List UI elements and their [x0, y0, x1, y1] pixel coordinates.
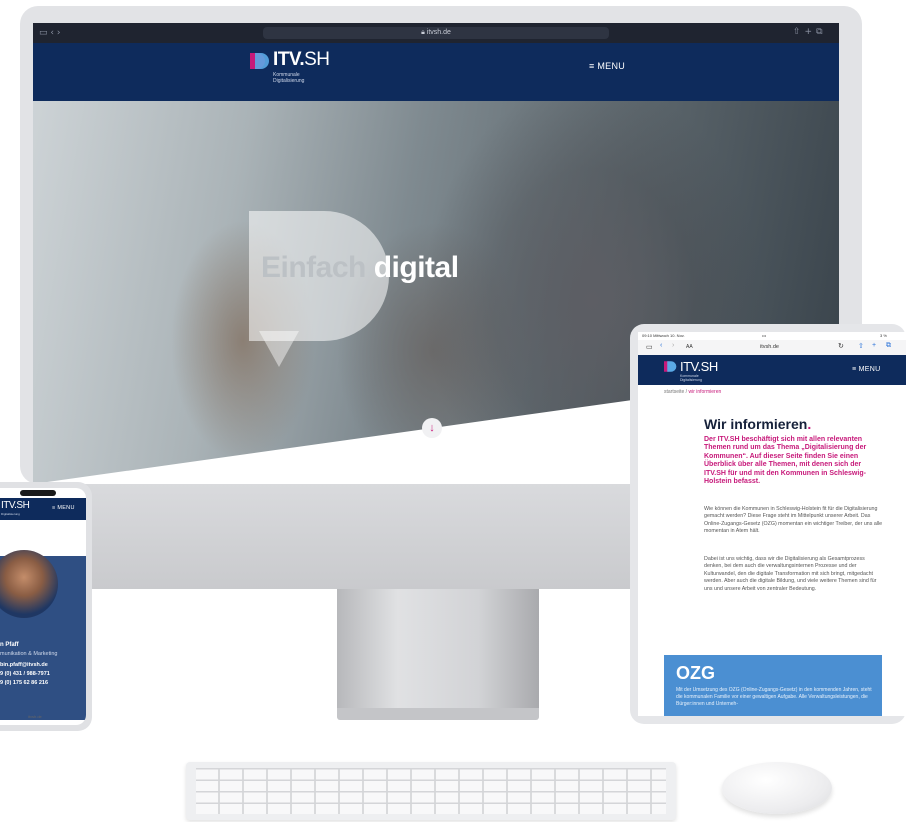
phone-logo-subtitle: Digitalisierung — [1, 512, 20, 516]
tablet-screen: 09:10 Mittwoch 10. Nov. ••• 3 % ▭ ‹ › AA… — [638, 332, 906, 716]
tablet-address-bar[interactable]: itvsh.de — [760, 344, 779, 350]
phone-site-header: ITV.SH Digitalisierung ≡ MENU — [0, 498, 86, 520]
contact-phone-2[interactable]: 9 (0) 175 62 86 216 — [0, 680, 48, 686]
breadcrumb: startseite / wir informieren — [664, 389, 722, 395]
paragraph-1: Wie können die Kommunen in Schleswig-Hol… — [704, 506, 883, 535]
page-title: Wir informieren. — [704, 416, 812, 432]
logo-d-icon — [250, 53, 269, 69]
tablet-site-logo[interactable]: ITV.SH — [680, 359, 718, 374]
reload-icon[interactable]: ↻ — [838, 342, 844, 350]
keyboard-key-rows — [196, 768, 666, 814]
imac-stand — [337, 589, 539, 709]
address-bar-text: itvsh.de — [426, 29, 451, 36]
arrow-down-icon[interactable]: ↓ — [422, 418, 442, 438]
tablet-browser-toolbar: ▭ ‹ › AA itvsh.de ↻ ⇧ + ⧉ — [638, 340, 906, 355]
browser-actions[interactable]: ⇧+⧉ — [793, 27, 827, 37]
forward-icon[interactable]: › — [672, 342, 674, 349]
share-icon[interactable]: ⇧ — [858, 342, 864, 350]
browser-toolbar: ▭ ‹ › 🔒︎ itvsh.de ⇧+⧉ — [33, 23, 839, 43]
breadcrumb-current: wir informieren — [688, 389, 722, 395]
phone-site-logo[interactable]: ITV.SH — [1, 500, 30, 511]
tablet-logo-subtitle: Kommunale Digitalisierung — [680, 374, 702, 382]
sidebar-icon[interactable]: ▭ — [646, 343, 653, 351]
logo-d-icon — [664, 361, 677, 372]
contact-name: n Pfaff — [0, 642, 19, 648]
logo-subtitle: Kommunale Digitalisierung — [273, 72, 305, 84]
ozg-text: Mit der Umsetzung des OZG (Online-Zugang… — [676, 687, 872, 707]
plus-icon[interactable]: + — [872, 342, 876, 349]
phone-screen: ITV.SH Digitalisierung ≡ MENU n Pfaff mu… — [0, 488, 86, 725]
paragraph-2: Dabei ist uns wichtig, dass wir die Digi… — [704, 556, 877, 592]
menu-button[interactable]: ≡ MENU — [589, 61, 625, 71]
page-lead: Der ITV.SH beschäftigt sich mit allen re… — [704, 436, 867, 486]
sidebar-icon[interactable]: ▭ ‹ › — [39, 28, 60, 38]
ozg-section[interactable]: OZG Mit der Umsetzung des OZG (Online-Zu… — [664, 655, 882, 716]
address-bar[interactable]: 🔒︎ itvsh.de — [263, 27, 609, 39]
site-header: ITV.SH Kommunale Digitalisierung ≡ MENU — [33, 43, 839, 101]
breadcrumb-home[interactable]: startseite — [664, 389, 684, 395]
tablet-menu-button[interactable]: ≡ MENU — [852, 366, 880, 373]
tablet-status-bar: 09:10 Mittwoch 10. Nov. ••• 3 % — [642, 333, 887, 338]
contact-email[interactable]: bin.pfaff@itvsh.de — [0, 662, 48, 668]
contact-phone-1[interactable]: 9 (0) 431 / 988-7971 — [0, 671, 50, 677]
ozg-title: OZG — [676, 663, 715, 683]
site-logo[interactable]: ITV.SH — [273, 49, 330, 71]
mouse — [722, 762, 832, 814]
phone-menu-button[interactable]: ≡ MENU — [52, 505, 75, 511]
tablet-site-header: ITV.SH Kommunale Digitalisierung ≡ MENU — [638, 355, 906, 385]
reader-aa-button[interactable]: AA — [686, 344, 693, 350]
back-icon[interactable]: ‹ — [660, 342, 662, 349]
phone-address-bar[interactable]: itvsh.de — [28, 714, 42, 719]
imac-stand-base — [337, 708, 539, 720]
phone-notch — [20, 490, 56, 496]
tabs-icon[interactable]: ⧉ — [886, 342, 891, 350]
contact-role: munikation & Marketing — [0, 651, 58, 657]
